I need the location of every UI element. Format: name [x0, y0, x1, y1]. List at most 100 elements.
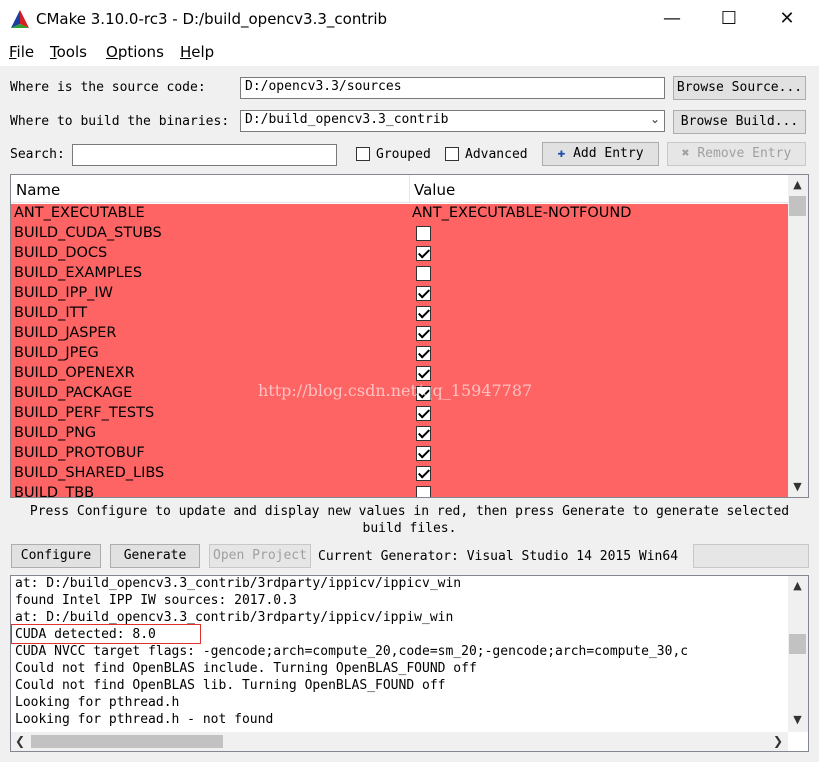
log-line: Could not find OpenBLAS include. Turning…	[15, 661, 477, 676]
browse-build-button[interactable]: Browse Build...	[673, 110, 806, 134]
log-line: Looking for pthread.h	[15, 695, 180, 710]
source-input[interactable]: D:/opencv3.3/sources	[240, 77, 665, 99]
log-vertical-scrollbar[interactable]: ▲ ▼	[788, 576, 808, 732]
table-row[interactable]: ANT_EXECUTABLE ANT_EXECUTABLE-NOTFOUND	[11, 204, 788, 224]
entry-checkbox[interactable]	[416, 346, 431, 361]
highlight-box	[11, 624, 201, 644]
table-row[interactable]: BUILD_DOCS	[11, 244, 788, 264]
log-scroll-up-icon[interactable]: ▲	[789, 579, 806, 592]
entry-name: BUILD_ITT	[14, 305, 88, 321]
browse-source-button[interactable]: Browse Source...	[673, 76, 806, 100]
log-line: at: D:/build_opencv3.3_contrib/3rdparty/…	[15, 610, 454, 625]
log-scroll-down-icon[interactable]: ▼	[789, 713, 806, 726]
entry-checkbox[interactable]	[416, 466, 431, 481]
build-label: Where to build the binaries:	[10, 114, 230, 129]
chevron-down-icon[interactable]: ⌄	[650, 112, 660, 126]
source-label: Where is the source code:	[10, 80, 206, 95]
log-line: found Intel IPP IW sources: 2017.0.3	[15, 593, 297, 608]
log-line: Looking for pthread.h - not found	[15, 712, 274, 727]
entry-checkbox[interactable]	[416, 366, 431, 381]
watermark: http://blog.csdn.net/qq_15947787	[258, 381, 533, 400]
table-row[interactable]: BUILD_JPEG	[11, 344, 788, 364]
generate-button[interactable]: Generate	[110, 544, 200, 568]
table-row[interactable]: BUILD_PROTOBUF	[11, 444, 788, 464]
entry-checkbox[interactable]	[416, 446, 431, 461]
menu-tools[interactable]: Tools	[50, 43, 87, 61]
menu-file[interactable]: File	[9, 43, 34, 61]
build-combobox[interactable]: D:/build_opencv3.3_contrib	[240, 110, 665, 132]
log-hscroll-thumb[interactable]	[31, 735, 223, 748]
table-row[interactable]: BUILD_TBB	[11, 484, 788, 497]
table-row[interactable]: BUILD_SHARED_LIBS	[11, 464, 788, 484]
table-row[interactable]: BUILD_CUDA_STUBS	[11, 224, 788, 244]
entry-checkbox[interactable]	[416, 486, 431, 497]
table-row[interactable]: BUILD_PERF_TESTS	[11, 404, 788, 424]
menu-help[interactable]: Help	[180, 43, 214, 61]
column-divider	[409, 175, 410, 203]
search-input[interactable]	[72, 144, 337, 166]
entry-checkbox[interactable]	[416, 266, 431, 281]
table-vertical-scrollbar[interactable]: ▲ ▼	[788, 175, 808, 497]
log-scroll-left-icon[interactable]: ❮	[15, 734, 25, 748]
column-value[interactable]: Value	[414, 181, 455, 199]
entry-name: BUILD_JASPER	[14, 325, 117, 341]
entry-name: BUILD_PACKAGE	[14, 385, 133, 401]
entry-name: BUILD_OPENEXR	[14, 365, 135, 381]
entry-checkbox[interactable]	[416, 326, 431, 341]
configure-button[interactable]: Configure	[11, 544, 101, 568]
table-row[interactable]: BUILD_IPP_IW	[11, 284, 788, 304]
table-row[interactable]: BUILD_EXAMPLES	[11, 264, 788, 284]
scroll-down-icon[interactable]: ▼	[789, 480, 806, 493]
entry-checkbox[interactable]	[416, 406, 431, 421]
scroll-thumb[interactable]	[789, 196, 806, 216]
scroll-up-icon[interactable]: ▲	[789, 178, 806, 191]
entry-name: BUILD_EXAMPLES	[14, 265, 143, 281]
table-rows: ANT_EXECUTABLE ANT_EXECUTABLE-NOTFOUND BUI…	[11, 204, 788, 497]
menu-options[interactable]: Options	[106, 43, 164, 61]
entry-value[interactable]: ANT_EXECUTABLE-NOTFOUND	[412, 205, 631, 221]
entry-name: BUILD_PROTOBUF	[14, 445, 145, 461]
remove-icon: ✖	[681, 146, 690, 161]
entry-name: BUILD_PERF_TESTS	[14, 405, 155, 421]
window-title: CMake 3.10.0-rc3 - D:/build_opencv3.3_co…	[36, 10, 388, 28]
advanced-checkbox[interactable]	[445, 147, 459, 161]
table-row[interactable]: BUILD_ITT	[11, 304, 788, 324]
log-horizontal-scrollbar[interactable]: ❮ ❯	[11, 732, 788, 751]
open-project-button[interactable]: Open Project	[209, 544, 311, 568]
cache-table: Name Value ANT_EXECUTABLE ANT_EXECUTABLE-…	[10, 174, 809, 498]
progress-bar	[693, 544, 809, 568]
entry-name: BUILD_PNG	[14, 425, 97, 441]
log-line: CUDA NVCC target flags: -gencode;arch=co…	[15, 644, 689, 659]
configure-hint: Press Configure to update and display ne…	[29, 504, 790, 536]
table-row[interactable]: BUILD_PNG	[11, 424, 788, 444]
remove-entry-button[interactable]: ✖ Remove Entry	[667, 142, 806, 166]
log-scroll-right-icon[interactable]: ❯	[773, 734, 783, 748]
search-label: Search:	[10, 147, 65, 162]
entry-name: BUILD_IPP_IW	[14, 285, 113, 301]
entry-checkbox[interactable]	[416, 246, 431, 261]
entry-checkbox[interactable]	[416, 306, 431, 321]
minimize-button[interactable]: —	[657, 8, 687, 30]
entry-checkbox[interactable]	[416, 286, 431, 301]
entry-name: ANT_EXECUTABLE	[14, 205, 145, 221]
entry-name: BUILD_JPEG	[14, 345, 99, 361]
current-generator: Current Generator: Visual Studio 14 2015…	[318, 549, 679, 564]
column-name[interactable]: Name	[16, 181, 60, 199]
plus-icon: ✚	[557, 146, 566, 161]
table-row[interactable]: BUILD_JASPER	[11, 324, 788, 344]
entry-checkbox[interactable]	[416, 226, 431, 241]
output-log: at: D:/build_opencv3.3_contrib/3rdparty/…	[10, 575, 809, 752]
log-scroll-thumb[interactable]	[789, 634, 806, 654]
add-entry-button[interactable]: ✚ Add Entry	[542, 142, 659, 166]
entry-checkbox[interactable]	[416, 426, 431, 441]
maximize-button[interactable]: ☐	[714, 8, 744, 30]
grouped-label: Grouped	[376, 147, 431, 162]
build-value: D:/build_opencv3.3_contrib	[245, 112, 449, 127]
log-line: Could not find OpenBLAS lib. Turning Ope…	[15, 678, 446, 693]
table-header: Name Value	[11, 175, 788, 203]
entry-name: BUILD_SHARED_LIBS	[14, 465, 165, 481]
entry-name: BUILD_DOCS	[14, 245, 108, 261]
close-button[interactable]: ✕	[772, 8, 802, 30]
cmake-logo-icon	[11, 10, 29, 28]
grouped-checkbox[interactable]	[356, 147, 370, 161]
